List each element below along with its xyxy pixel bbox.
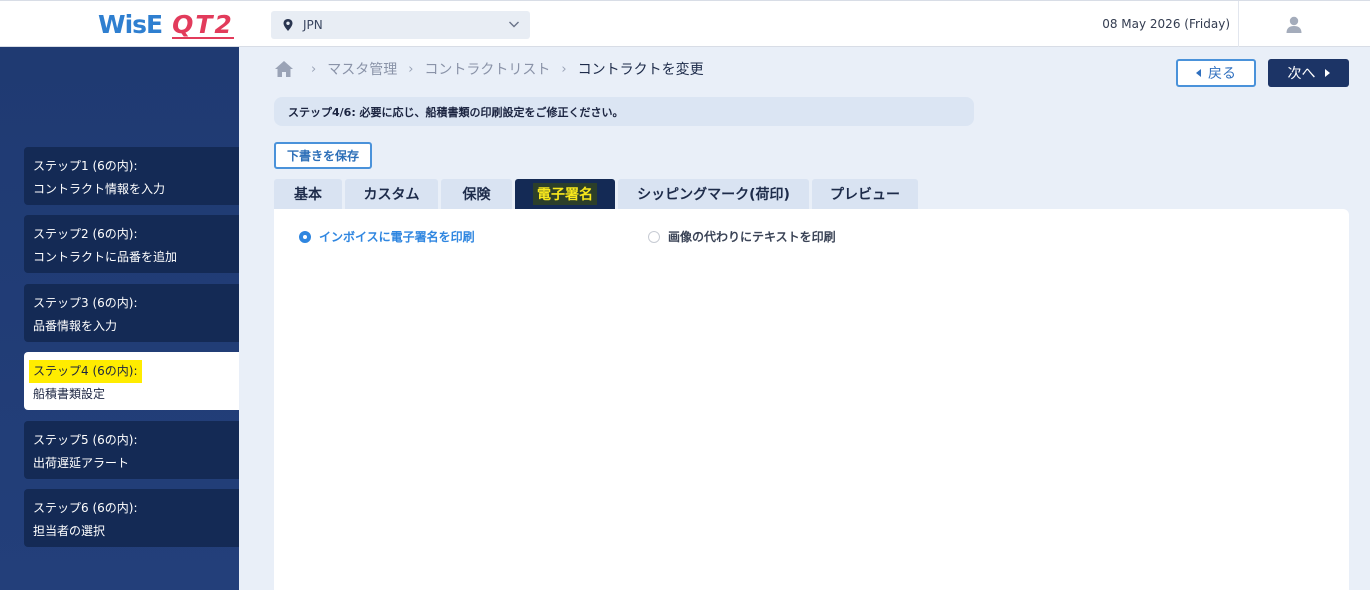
sidebar-step-3[interactable]: ステップ3 (6の内): 品番情報を入力: [24, 284, 239, 342]
breadcrumb: › マスタ管理 › コントラクトリスト › コントラクトを変更: [274, 59, 704, 79]
sidebar-step-6[interactable]: ステップ6 (6の内): 担当者の選択: [24, 489, 239, 547]
step-label: コントラクト情報を入力: [33, 182, 166, 196]
caret-left-icon: [1196, 69, 1201, 77]
logo-qt2-text: QT2: [172, 10, 234, 39]
radio-selected-icon[interactable]: [299, 230, 311, 243]
sidebar-step-5[interactable]: ステップ5 (6の内): 出荷遅延アラート: [24, 421, 239, 479]
step-label: コントラクトに品番を追加: [33, 250, 178, 264]
chevron-down-icon: [509, 21, 519, 28]
step-label: 担当者の選択: [33, 524, 106, 538]
chevron-right-icon: ›: [561, 61, 567, 77]
tab-shipping-mark[interactable]: シッピングマーク(荷印): [618, 179, 809, 209]
home-icon[interactable]: [274, 59, 294, 79]
tab-e-signature-label: 電子署名: [533, 183, 597, 205]
e-signature-panel: インボイスに電子署名を印刷 画像の代わりにテキストを印刷: [274, 209, 1349, 590]
print-text-option[interactable]: 画像の代わりにテキストを印刷: [648, 228, 836, 245]
tab-basic[interactable]: 基本: [274, 179, 342, 209]
current-date: 08 May 2026 (Friday): [1102, 17, 1230, 31]
header-divider: [1238, 1, 1239, 47]
back-button-label: 戻る: [1208, 66, 1236, 82]
step-label: 出荷遅延アラート: [33, 456, 130, 470]
breadcrumb-master[interactable]: マスタ管理: [327, 59, 397, 79]
country-value: JPN: [303, 18, 323, 32]
top-header: WisE QT2 JPN 08 May 2026 (Friday): [0, 0, 1370, 47]
next-button-label: 次へ: [1287, 66, 1316, 82]
step-label: 品番情報を入力: [33, 319, 118, 333]
print-signature-option[interactable]: インボイスに電子署名を印刷: [299, 228, 475, 245]
step-label: 船積書類設定: [33, 387, 106, 401]
location-pin-icon: [283, 19, 293, 31]
print-signature-label: インボイスに電子署名を印刷: [319, 230, 475, 244]
step-title: ステップ6 (6の内):: [33, 501, 138, 515]
save-draft-button[interactable]: 下書きを保存: [274, 142, 372, 169]
tab-insurance[interactable]: 保険: [441, 179, 512, 209]
tab-preview[interactable]: プレビュー: [812, 179, 918, 209]
sidebar-step-4[interactable]: ステップ4 (6の内): 船積書類設定: [24, 352, 239, 410]
main-content: › マスタ管理 › コントラクトリスト › コントラクトを変更 戻る 次へ ステ…: [239, 47, 1370, 590]
chevron-right-icon: ›: [311, 61, 317, 77]
step-notice: ステップ4/6: 必要に応じ、船積書類の印刷設定をご修正ください。: [274, 97, 974, 126]
print-text-label: 画像の代わりにテキストを印刷: [668, 230, 836, 244]
step-title: ステップ3 (6の内):: [33, 296, 138, 310]
tab-custom[interactable]: カスタム: [345, 179, 438, 209]
chevron-right-icon: ›: [408, 61, 414, 77]
breadcrumb-contract-list[interactable]: コントラクトリスト: [424, 59, 550, 79]
country-select[interactable]: JPN: [271, 11, 530, 39]
tab-e-signature[interactable]: 電子署名: [515, 179, 615, 209]
tab-bar: 基本 カスタム 保険 電子署名 シッピングマーク(荷印) プレビュー: [274, 179, 921, 209]
step-title: ステップ4 (6の内):: [29, 360, 142, 383]
breadcrumb-current: コントラクトを変更: [577, 62, 704, 78]
logo-wise-text: WisE: [98, 10, 163, 39]
user-icon[interactable]: [1284, 15, 1304, 35]
sidebar-step-1[interactable]: ステップ1 (6の内): コントラクト情報を入力: [24, 147, 239, 205]
sidebar-step-2[interactable]: ステップ2 (6の内): コントラクトに品番を追加: [24, 215, 239, 273]
step-title: ステップ5 (6の内):: [33, 433, 138, 447]
radio-unselected-icon[interactable]: [648, 230, 660, 243]
step-title: ステップ2 (6の内):: [33, 227, 138, 241]
back-button[interactable]: 戻る: [1176, 59, 1256, 87]
step-sidebar: ステップ1 (6の内): コントラクト情報を入力 ステップ2 (6の内): コン…: [0, 47, 239, 590]
step-title: ステップ1 (6の内):: [33, 159, 138, 173]
caret-right-icon: [1324, 69, 1330, 77]
next-button[interactable]: 次へ: [1268, 59, 1349, 87]
app-logo[interactable]: WisE QT2: [98, 10, 234, 40]
